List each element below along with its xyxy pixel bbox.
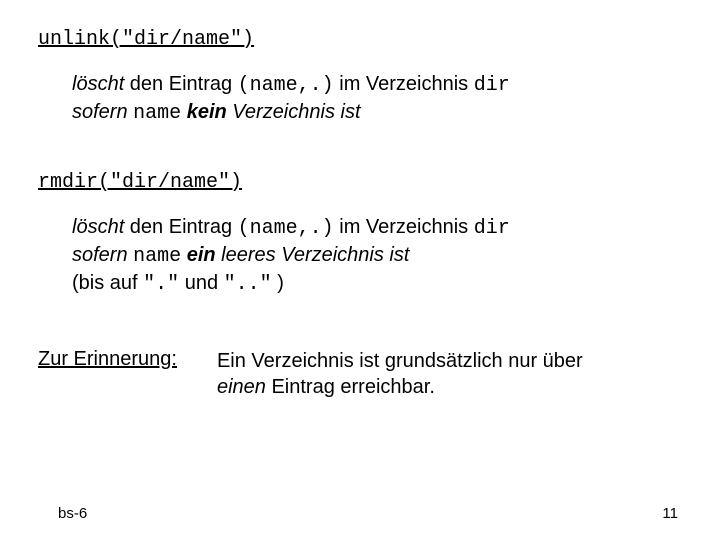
- slide: unlink("dir/name") löscht den Eintrag (n…: [0, 0, 720, 540]
- code: dir: [474, 74, 510, 97]
- line: einen Eintrag erreichbar.: [217, 374, 583, 400]
- code: (name,.): [238, 74, 334, 97]
- text: kein: [181, 101, 227, 123]
- code: (name,.): [238, 217, 334, 240]
- line: löscht den Eintrag (name,.) im Verzeichn…: [72, 214, 682, 242]
- heading-unlink: unlink("dir/name"): [38, 28, 682, 51]
- desc-rmdir: löscht den Eintrag (name,.) im Verzeichn…: [72, 214, 682, 298]
- text: und: [179, 272, 223, 294]
- code: ".": [143, 273, 179, 296]
- text: Eintrag erreichbar.: [266, 376, 435, 398]
- footer-left: bs-6: [58, 505, 87, 522]
- text: ): [272, 272, 284, 294]
- reminder-label: Zur Erinnerung:: [38, 348, 177, 371]
- line: (bis auf "." und ".." ): [72, 270, 682, 298]
- text: Verzeichnis ist: [281, 244, 409, 266]
- block-unlink: unlink("dir/name") löscht den Eintrag (n…: [38, 28, 682, 127]
- code: name: [133, 102, 181, 125]
- text: im Verzeichnis: [334, 73, 474, 95]
- footer: bs-6 11: [0, 505, 720, 522]
- heading-rmdir: rmdir("dir/name"): [38, 171, 682, 194]
- code: name: [133, 245, 181, 268]
- text: ein: [181, 244, 215, 266]
- text: den Eintrag: [124, 73, 237, 95]
- reminder-text: Ein Verzeichnis ist grundsätzlich nur üb…: [217, 348, 583, 400]
- text: den Eintrag: [124, 216, 237, 238]
- text: im Verzeichnis: [334, 216, 474, 238]
- code: "..": [224, 273, 272, 296]
- line: Ein Verzeichnis ist grundsätzlich nur üb…: [217, 348, 583, 374]
- text: löscht: [72, 216, 124, 238]
- text: Verzeichnis ist: [227, 101, 361, 123]
- page-number: 11: [662, 505, 678, 522]
- text: leeres: [216, 244, 282, 266]
- text: löscht: [72, 73, 124, 95]
- text: einen: [217, 376, 266, 398]
- text: (bis auf: [72, 272, 143, 294]
- line: löscht den Eintrag (name,.) im Verzeichn…: [72, 71, 682, 99]
- desc-unlink: löscht den Eintrag (name,.) im Verzeichn…: [72, 71, 682, 127]
- line: sofern name ein leeres Verzeichnis ist: [72, 242, 682, 270]
- line: sofern name kein Verzeichnis ist: [72, 99, 682, 127]
- block-rmdir: rmdir("dir/name") löscht den Eintrag (na…: [38, 171, 682, 298]
- text: sofern: [72, 101, 133, 123]
- code: dir: [474, 217, 510, 240]
- text: sofern: [72, 244, 133, 266]
- reminder-row: Zur Erinnerung: Ein Verzeichnis ist grun…: [38, 348, 682, 400]
